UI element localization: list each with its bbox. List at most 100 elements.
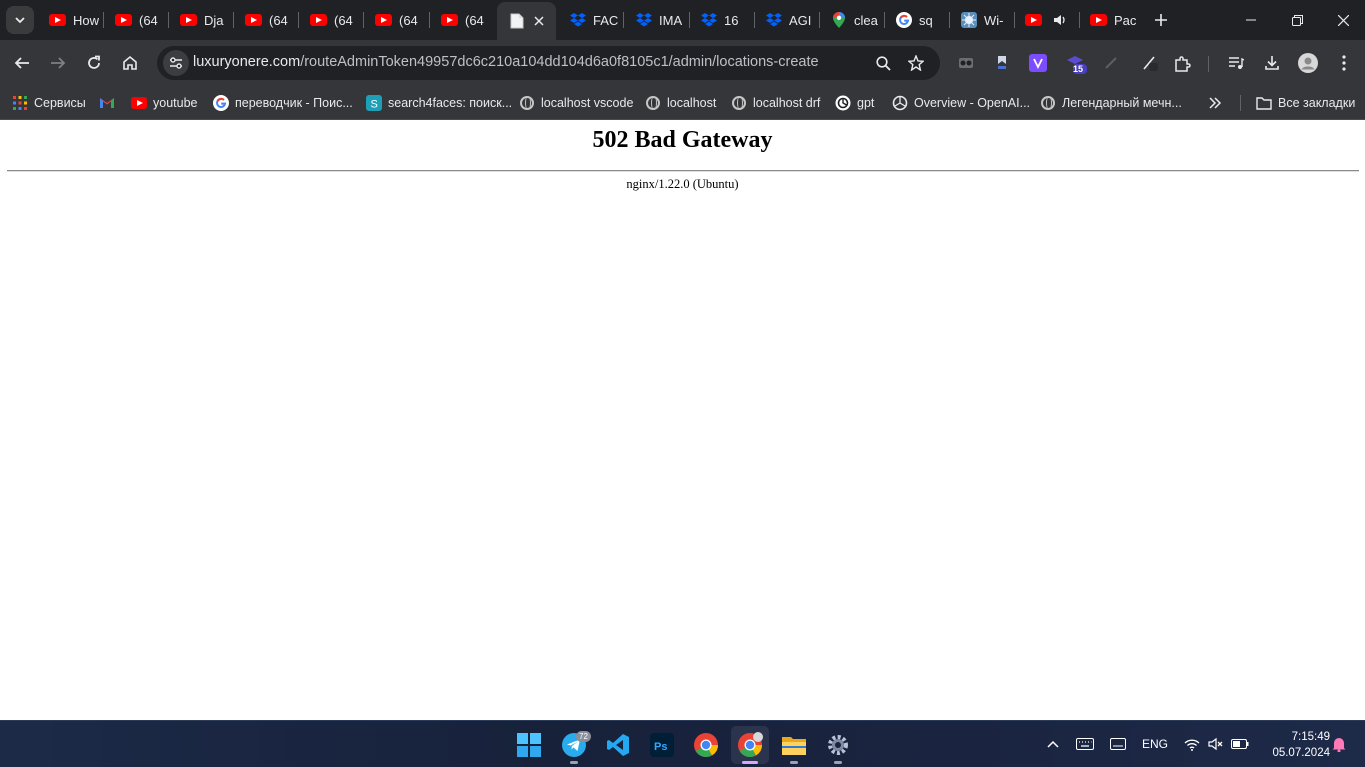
bookmark-localhost-drf[interactable]: localhost drf xyxy=(731,91,820,115)
youtube-icon xyxy=(49,12,66,29)
bookmark-translator[interactable]: переводчик - Поис... xyxy=(213,91,353,115)
input-language-button[interactable]: ENG xyxy=(1138,733,1172,755)
profile-button[interactable] xyxy=(1294,49,1322,77)
taskbar-vscode[interactable] xyxy=(599,726,637,764)
notifications-button[interactable] xyxy=(1330,733,1348,755)
browser-tab[interactable]: Pac xyxy=(1079,0,1144,40)
minimize-button[interactable] xyxy=(1228,0,1274,40)
browser-tab[interactable]: (64 xyxy=(299,0,364,40)
bookmark-localhost[interactable]: localhost xyxy=(645,91,716,115)
downloads-button[interactable] xyxy=(1258,49,1286,77)
kebab-menu-icon xyxy=(1342,55,1346,71)
browser-tab[interactable]: (64 xyxy=(430,0,495,40)
taskbar-settings[interactable] xyxy=(819,726,857,764)
extension-button[interactable]: 15 xyxy=(1062,49,1090,77)
system-clock[interactable]: 7:15:49 05.07.2024 xyxy=(1258,729,1330,761)
close-tab-button[interactable] xyxy=(530,12,548,30)
dropbox-icon xyxy=(569,12,586,29)
tab-title: 16 xyxy=(724,12,739,28)
bookmark-services[interactable]: Сервисы xyxy=(12,91,86,115)
telegram-badge: 72 xyxy=(576,731,591,742)
browser-tab[interactable]: clea xyxy=(819,0,884,40)
close-window-button[interactable] xyxy=(1320,0,1365,40)
media-controls-button[interactable] xyxy=(1222,49,1250,77)
address-bar[interactable]: luxuryonere.com/routeAdminToken49957dc6c… xyxy=(157,46,940,80)
google-icon xyxy=(895,12,912,29)
extension-badge: 15 xyxy=(1073,64,1084,74)
extension-button[interactable] xyxy=(1136,49,1164,77)
vscode-icon xyxy=(607,734,629,756)
globe-icon xyxy=(1040,95,1056,111)
bookmark-youtube[interactable]: youtube xyxy=(131,91,197,115)
reload-icon xyxy=(88,55,100,69)
bookmark-localhost-vscode[interactable]: localhost vscode xyxy=(519,91,633,115)
home-button[interactable] xyxy=(116,49,144,77)
show-hidden-icons-button[interactable] xyxy=(1043,733,1063,755)
browser-tab[interactable]: FAC xyxy=(558,0,623,40)
pen-menu-button[interactable] xyxy=(1107,733,1129,755)
browser-tab[interactable]: Wi- xyxy=(949,0,1014,40)
browser-tab[interactable]: sq xyxy=(884,0,949,40)
taskbar-telegram[interactable]: 72 xyxy=(555,726,593,764)
browser-tab[interactable]: How xyxy=(38,0,103,40)
battery-button[interactable] xyxy=(1230,733,1250,755)
speaker-icon[interactable] xyxy=(1053,14,1067,26)
extension-button[interactable] xyxy=(1097,49,1125,77)
tab-title: sq xyxy=(919,12,933,28)
clock-date: 05.07.2024 xyxy=(1272,747,1330,759)
browser-tab[interactable]: 16 xyxy=(689,0,754,40)
browser-tab[interactable]: (64 xyxy=(104,0,169,40)
plus-icon xyxy=(1155,14,1167,26)
start-button[interactable] xyxy=(510,726,548,764)
bookmark-label: Overview - OpenAI... xyxy=(914,96,1031,110)
tab-title: IMA xyxy=(659,12,683,28)
browser-menu-button[interactable] xyxy=(1330,49,1358,77)
browser-tab[interactable]: Dja xyxy=(169,0,234,40)
browser-tab[interactable]: AGI xyxy=(754,0,819,40)
bookmark-gmail[interactable] xyxy=(99,91,121,115)
running-indicator xyxy=(790,761,798,764)
extension-button[interactable] xyxy=(952,49,980,77)
taskbar-chrome[interactable] xyxy=(687,726,725,764)
browser-tab[interactable]: (64 xyxy=(234,0,299,40)
browser-tab-active[interactable] xyxy=(497,2,556,40)
extension-button[interactable] xyxy=(1024,49,1052,77)
taskbar-photoshop[interactable]: Ps xyxy=(643,726,681,764)
bookmark-gpt[interactable]: gpt xyxy=(835,91,874,115)
arrow-left-icon xyxy=(14,57,29,69)
zoom-button[interactable] xyxy=(869,49,897,77)
all-bookmarks-button[interactable]: Все закладки xyxy=(1256,91,1355,115)
extension-button[interactable] xyxy=(988,49,1016,77)
restore-icon xyxy=(1291,14,1303,26)
tab-search-button[interactable] xyxy=(6,6,34,34)
site-info-button[interactable] xyxy=(163,50,189,76)
wifi-icon xyxy=(1184,738,1200,751)
bookmark-legendary[interactable]: Легендарный мечн... xyxy=(1040,91,1182,115)
bookmarks-divider xyxy=(1240,95,1241,111)
reload-button[interactable] xyxy=(80,49,108,77)
url-text[interactable]: luxuryonere.com/routeAdminToken49957dc6c… xyxy=(193,54,819,70)
extension-pin-icon xyxy=(998,56,1006,69)
back-button[interactable] xyxy=(8,49,36,77)
taskbar-chrome-profile[interactable] xyxy=(731,726,769,764)
browser-tab-playing[interactable] xyxy=(1014,0,1079,40)
bookmark-star-button[interactable] xyxy=(902,49,930,77)
extensions-menu-button[interactable] xyxy=(1168,49,1196,77)
forward-button[interactable] xyxy=(44,49,72,77)
new-tab-button[interactable] xyxy=(1150,9,1172,31)
tab-title: Pac xyxy=(1114,12,1137,28)
bookmarks-overflow-button[interactable] xyxy=(1208,91,1222,115)
wifi-site-icon xyxy=(960,12,977,29)
touch-keyboard-button[interactable] xyxy=(1074,733,1096,755)
google-icon xyxy=(213,95,229,111)
bookmark-openai-overview[interactable]: Overview - OpenAI... xyxy=(892,91,1030,115)
volume-button[interactable] xyxy=(1206,733,1226,755)
wifi-button[interactable] xyxy=(1182,733,1202,755)
restore-button[interactable] xyxy=(1274,0,1320,40)
tab-title: (64 xyxy=(399,12,418,28)
browser-tab[interactable]: IMA xyxy=(624,0,689,40)
taskbar-file-explorer[interactable] xyxy=(775,726,813,764)
tab-title: AGI xyxy=(789,12,812,28)
browser-tab[interactable]: (64 xyxy=(364,0,429,40)
bookmark-search4faces[interactable]: S search4faces: поиск... xyxy=(366,91,512,115)
